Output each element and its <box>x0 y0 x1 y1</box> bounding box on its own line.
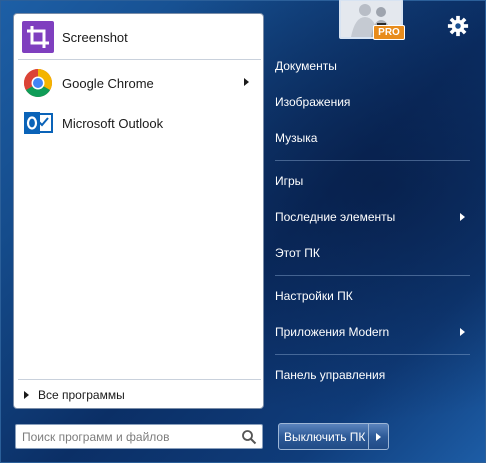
right-menu-item-control-panel[interactable]: Панель управления <box>267 360 475 390</box>
all-programs-label: Все программы <box>38 388 125 402</box>
right-menu-label: Документы <box>275 59 337 73</box>
all-programs-button[interactable]: Все программы <box>18 383 261 407</box>
pinned-programs-panel: Screenshot Google Chrome Microsoft Outlo… <box>13 13 264 409</box>
divider <box>18 59 261 60</box>
crop-icon <box>22 21 54 53</box>
search-box[interactable] <box>15 424 263 449</box>
right-menu-item-music[interactable]: Музыка <box>267 123 475 153</box>
start-menu: Screenshot Google Chrome Microsoft Outlo… <box>0 0 486 463</box>
right-menu-item-recent-items[interactable]: Последние элементы <box>267 202 475 232</box>
divider <box>275 354 470 355</box>
divider <box>275 275 470 276</box>
right-menu-item-this-pc[interactable]: Этот ПК <box>267 238 475 268</box>
chevron-right-icon <box>460 328 465 336</box>
right-menu-label: Музыка <box>275 131 318 145</box>
chevron-right-icon <box>460 213 465 221</box>
chevron-right-icon[interactable] <box>244 78 249 86</box>
pinned-item-label: Microsoft Outlook <box>62 115 164 131</box>
right-menu-item-pc-settings[interactable]: Настройки ПК <box>267 281 475 311</box>
pinned-item-label: Screenshot <box>62 29 128 45</box>
pinned-item-label: Google Chrome <box>62 75 154 91</box>
right-menu-item-images[interactable]: Изображения <box>267 87 475 117</box>
shutdown-button[interactable]: Выключить ПК <box>279 430 368 444</box>
divider <box>275 160 470 161</box>
right-menu-item-documents[interactable]: Документы <box>267 51 475 81</box>
right-menu-label: Настройки ПК <box>275 289 353 303</box>
shutdown-button-group: Выключить ПК <box>278 423 389 450</box>
right-menu-item-games[interactable]: Игры <box>267 166 475 196</box>
divider <box>18 379 261 380</box>
pro-badge: PRO <box>373 25 405 40</box>
outlook-icon <box>22 107 54 139</box>
shutdown-options-button[interactable] <box>369 424 388 449</box>
chevron-right-icon <box>24 391 29 399</box>
pinned-item-microsoft-outlook[interactable]: Microsoft Outlook <box>18 106 261 140</box>
pinned-item-screenshot[interactable]: Screenshot <box>18 20 261 54</box>
right-menu-label: Панель управления <box>275 368 386 382</box>
search-input[interactable] <box>22 426 232 447</box>
right-menu-item-modern-apps[interactable]: Приложения Modern <box>267 317 475 347</box>
chrome-icon <box>22 67 54 99</box>
right-menu-label: Последние элементы <box>275 210 396 224</box>
search-icon[interactable] <box>241 429 257 445</box>
right-menu-label: Этот ПК <box>275 246 320 260</box>
pinned-item-google-chrome[interactable]: Google Chrome <box>18 66 261 100</box>
right-menu-label: Приложения Modern <box>275 325 390 339</box>
gear-icon[interactable] <box>447 15 469 37</box>
chevron-right-icon <box>376 432 382 441</box>
right-menu-label: Изображения <box>275 95 351 109</box>
right-menu-label: Игры <box>275 174 304 188</box>
